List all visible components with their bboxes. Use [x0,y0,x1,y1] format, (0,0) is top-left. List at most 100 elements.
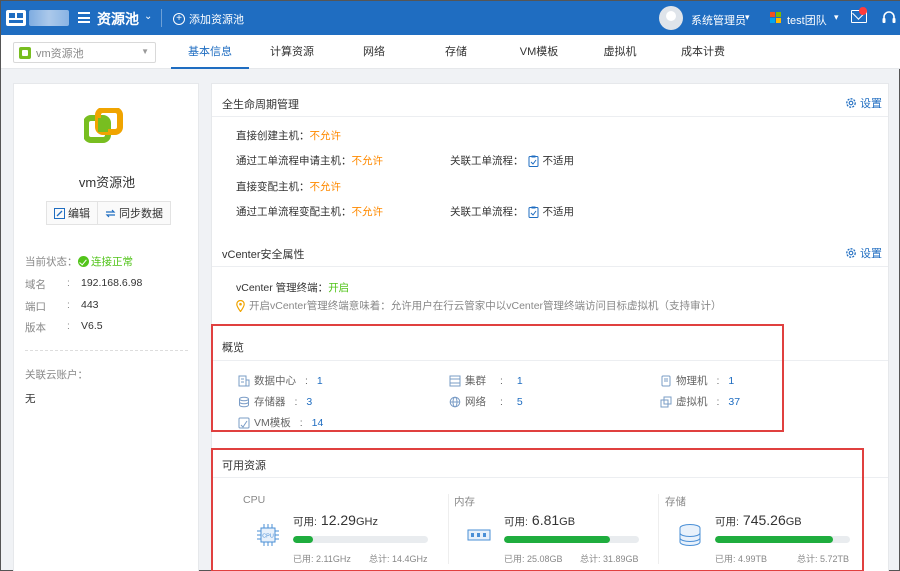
chevron-down-icon[interactable]: ▾ [745,12,750,23]
gear-icon [846,98,856,108]
memory-used-value: 25.08GB [527,554,563,564]
colon: : [299,416,303,429]
overview-vm-template: VM模板 : 14 [238,415,323,430]
divider [212,266,888,267]
vcenter-terminal-row: vCenter 管理终端： 开启 [236,280,349,295]
linked-account-label: 关联云账户： [25,369,88,381]
divider [161,9,162,27]
used-label: 已用: [504,554,525,564]
divider [212,116,888,117]
pool-name: vm资源池 [78,175,136,190]
tab-network[interactable]: 网络 [349,35,399,69]
add-pool-button[interactable]: + 添加资源池 [173,11,244,27]
tab-storage[interactable]: 存储 [431,35,481,69]
overview-label: 存储器 [254,396,286,408]
memory-used: 已用: 25.08GB [504,552,563,565]
vcenter-settings-link[interactable]: 设置 [845,245,882,261]
divider [212,360,888,361]
available-label: 可用: [293,516,317,528]
overview-value[interactable]: 1 [317,375,323,387]
settings-label: 设置 [860,248,882,260]
overview-label: 物理机 [676,375,708,387]
cpu-unit: GHz [355,516,378,528]
available-label: 可用: [504,516,528,528]
status-badge: 连接正常 [78,254,133,269]
memory-icon [467,529,491,541]
lifecycle-title: 全生命周期管理 [222,99,299,111]
user-name[interactable]: 系统管理员 [691,12,746,28]
workflow-icon [528,206,538,218]
memory-available: 可用: 6.81GB [504,512,575,529]
vmware-logo [84,108,123,143]
cpu-icon-text: CPU [262,534,274,540]
overview-value[interactable]: 1 [517,375,523,387]
status-label: 当前状态： [25,256,78,268]
memory-available-value: 6.81 [531,512,560,528]
lifecycle-settings-link[interactable]: 设置 [845,95,882,111]
divider [212,477,888,478]
avatar[interactable] [659,6,683,30]
overview-value[interactable]: 5 [517,396,523,408]
menu-icon[interactable] [78,12,90,23]
overview-label: 集群 [465,375,486,387]
tab-vm[interactable]: 虚拟机 [595,35,645,69]
tab-vm-template[interactable]: VM模板 [509,35,569,69]
chevron-down-icon[interactable]: ⌄ [144,11,152,22]
total-label: 总计: [369,554,390,564]
sync-data-button[interactable]: 同步数据 [97,202,170,224]
storage-icon [239,396,249,407]
direct-change-row: 直接变配主机： 不允许 [236,179,341,194]
sync-label: 同步数据 [119,208,163,220]
colon: : [305,374,308,387]
overview-datacenter: 数据中心 : 1 [238,373,323,388]
resources-title: 可用资源 [222,460,266,472]
colon: : [67,277,70,289]
domain-value: 192.168.6.98 [81,277,143,289]
headset-icon[interactable] [881,10,897,26]
domain-row: 域名 : 192.168.6.98 [25,277,142,292]
memory-name: 内存 [454,496,475,508]
overview-value[interactable]: 37 [728,396,740,408]
detail-panel: 全生命周期管理 设置 直接创建主机： 不允许 通过工单流程申请主机： 不允许 关… [211,83,889,571]
team-name[interactable]: test团队 [787,12,827,28]
edit-button[interactable]: 编辑 [47,202,97,224]
storage-available: 可用: 745.26GB [715,512,802,529]
apply-workflow-value: 不允许 [351,155,384,167]
direct-create-row: 直接创建主机： 不允许 [236,128,341,143]
settings-label: 设置 [860,98,882,110]
brand-name-blurred [29,10,69,26]
edit-icon [54,207,65,219]
storage-usage-bar [715,536,850,543]
storage-resource: 存储 可用: 745.26GB 已用: 4.99TB 总计: 5.72TB [665,484,865,570]
status-row: 当前状态： 连接正常 [25,254,133,269]
overview-value[interactable]: 3 [306,396,312,408]
storage-used: 已用: 4.99TB [715,552,767,565]
colon: : [500,395,503,408]
tab-compute[interactable]: 计算资源 [257,35,327,69]
overview-storage: 存储器 : 3 [238,394,312,409]
memory-usage-bar [504,536,639,543]
storage-total: 总计: 5.72TB [797,552,849,565]
chevron-down-icon[interactable]: ▾ [834,12,839,23]
brand-logo[interactable] [5,7,27,29]
overview-value[interactable]: 1 [728,375,734,387]
tab-basic-info[interactable]: 基本信息 [171,35,249,69]
pool-select[interactable]: vm资源池 ▼ [13,42,156,63]
tab-cost[interactable]: 成本计费 [673,35,733,69]
overview-label: VM模板 [254,417,291,429]
overview-title: 概览 [222,342,244,354]
change-flow-value: 不适用 [542,206,575,218]
cpu-icon: CPU [257,524,279,546]
overview-label: 网络 [465,396,486,408]
overview-label: 虚拟机 [676,396,708,408]
memory-usage-fill [504,536,611,543]
divider [658,494,659,564]
page-title: 资源池 [97,11,139,27]
vcenter-hint-text: 开启vCenter管理终端意味着：允许用户在行云管家中以vCenter管理终端访… [249,300,722,312]
cluster-icon [449,375,461,386]
storage-usage-fill [715,536,833,543]
direct-create-value: 不允许 [309,130,342,142]
change-flow-row: 关联工单流程： 不适用 [450,204,574,219]
overview-value[interactable]: 14 [312,417,324,429]
datacenter-icon [238,375,250,386]
